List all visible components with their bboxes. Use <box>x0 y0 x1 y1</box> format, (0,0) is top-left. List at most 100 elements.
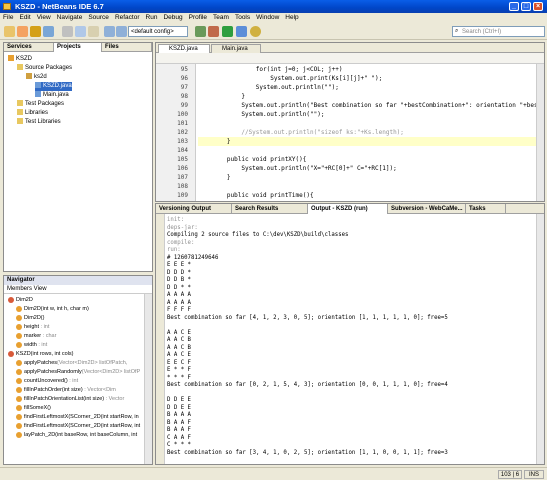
main-toolbar: <default config> Search (Ctrl+I) ⌕ <box>0 23 547 40</box>
close-button[interactable]: × <box>533 2 543 11</box>
folder-icon <box>17 100 23 107</box>
code-line[interactable]: System.out.println(""); <box>198 83 339 92</box>
redo-icon[interactable] <box>116 26 127 37</box>
tab-services[interactable]: Services <box>4 43 54 52</box>
code-line[interactable]: System.out.print(Ks[i][j]+" "); <box>198 74 382 83</box>
editor-scrollbar[interactable] <box>536 64 544 201</box>
navigator-item[interactable]: applyPatches(Vector<Dim2D> listOfPatch, <box>16 359 127 368</box>
line-number: 95 <box>180 66 188 73</box>
config-select[interactable]: <default config> <box>128 26 188 37</box>
navigator-item[interactable]: Dim2D <box>8 296 33 305</box>
navigator-item-name: findFirstLeftmostX(SCorner_2D(int startR… <box>24 423 141 429</box>
copy-icon[interactable] <box>75 26 86 37</box>
tree-item[interactable]: Test Libraries <box>17 118 61 127</box>
navigator-item-name: fillInPatchOrder(int size) <box>24 387 83 393</box>
tree-item[interactable]: ks2d <box>26 73 47 82</box>
code-line[interactable]: public void printXY(){ <box>198 155 306 164</box>
projects-panel: Services Projects Files KSZD Source Packa… <box>3 42 153 272</box>
code-line[interactable]: } <box>198 173 231 182</box>
menu-file[interactable]: File <box>0 13 16 23</box>
code-line[interactable]: } <box>198 137 536 146</box>
tree-item[interactable]: Libraries <box>17 109 48 118</box>
minimize-button[interactable]: _ <box>509 2 519 11</box>
navigator-item[interactable]: fillSomeX() <box>16 404 51 413</box>
output-line: C * * * <box>167 442 191 448</box>
tab-output-run[interactable]: Output - KSZD (run) <box>308 204 388 214</box>
code-line[interactable]: System.out.println("Best combination so … <box>198 101 541 110</box>
tab-kszd-java[interactable]: KSZD.java <box>158 44 210 53</box>
code-line[interactable]: System.out.println(""); <box>198 110 324 119</box>
tab-projects[interactable]: Projects <box>54 43 102 52</box>
code-line[interactable]: } <box>198 92 245 101</box>
menu-profile[interactable]: Profile <box>186 13 210 23</box>
tab-files[interactable]: Files <box>102 43 152 52</box>
code-line[interactable]: for(int j=0; j<COL; j++) <box>198 65 343 74</box>
code-line[interactable]: public void printTime(){ <box>198 191 314 200</box>
navigator-item-name: applyPatches <box>24 360 58 366</box>
navigator-item[interactable]: height : int <box>16 323 49 332</box>
tab-search-results[interactable]: Search Results <box>232 204 308 214</box>
navigator-item[interactable]: applyPatchesRandomly(Vector<Dim2D> listO… <box>16 368 140 377</box>
run-icon[interactable] <box>222 26 233 37</box>
menu-navigate[interactable]: Navigate <box>54 13 86 23</box>
tab-subversion[interactable]: Subversion - WebCaMe... <box>388 204 466 214</box>
maximize-button[interactable]: □ <box>521 2 531 11</box>
tree-item-label: Main.java <box>43 92 69 98</box>
tab-main-java[interactable]: Main.java <box>211 44 261 53</box>
save-all-icon[interactable] <box>43 26 54 37</box>
member-icon <box>16 395 22 402</box>
clean-build-icon[interactable] <box>208 26 219 37</box>
package-icon <box>26 73 32 80</box>
output-line: init: <box>167 217 185 223</box>
tab-versioning-output[interactable]: Versioning Output <box>156 204 232 214</box>
navigator-item[interactable]: Dim2D(int w, int h, char m) <box>16 305 89 314</box>
output-scrollbar[interactable] <box>536 214 544 464</box>
navigator-scrollbar[interactable] <box>144 294 152 464</box>
tree-item[interactable]: Source Packages <box>17 64 72 73</box>
menu-tools[interactable]: Tools <box>232 13 253 23</box>
navigator-item[interactable]: findFirstLeftmostX(SCorner_2D(int startR… <box>16 413 139 422</box>
menu-edit[interactable]: Edit <box>16 13 33 23</box>
menu-window[interactable]: Window <box>253 13 282 23</box>
navigator-item[interactable]: findFirstLeftmostX(SCorner_2D(int startR… <box>16 422 140 431</box>
menu-view[interactable]: View <box>34 13 54 23</box>
navigator-item[interactable]: KSZD(int rows, int cols) <box>8 350 73 359</box>
search-input[interactable]: Search (Ctrl+I) <box>452 26 545 37</box>
navigator-item[interactable]: fillInPatchOrder(int size) : Vector<Dim <box>16 386 116 395</box>
tab-tasks[interactable]: Tasks <box>466 204 506 214</box>
navigator-item[interactable]: width : int <box>16 341 47 350</box>
menu-refactor[interactable]: Refactor <box>112 13 143 23</box>
line-number: 106 <box>177 165 188 172</box>
menu-run[interactable]: Run <box>143 13 161 23</box>
navigator-item[interactable]: Dim2D() <box>16 314 44 323</box>
navigator-item-name: KSZD(int rows, int cols) <box>16 351 74 357</box>
code-line[interactable]: //System.out.println("sizeof ks:"+Ks.len… <box>198 128 404 137</box>
tree-item-label: Test Packages <box>25 101 65 107</box>
cut-icon[interactable] <box>62 26 73 37</box>
output-line: D D E E <box>167 404 191 411</box>
menu-help[interactable]: Help <box>282 13 301 23</box>
line-number: 99 <box>180 102 188 109</box>
debug-icon[interactable] <box>236 26 247 37</box>
code-line[interactable]: System.out.println("X="+RC[0]+" C="+RC[1… <box>198 164 396 173</box>
build-icon[interactable] <box>195 26 206 37</box>
undo-icon[interactable] <box>104 26 115 37</box>
tree-item[interactable]: KSZD <box>8 55 32 64</box>
tree-item[interactable]: KSZD.java <box>35 82 72 91</box>
tree-item[interactable]: Main.java <box>35 91 69 100</box>
paste-icon[interactable] <box>88 26 99 37</box>
navigator-view-select[interactable]: Members View <box>4 285 152 294</box>
output-line: * * * F <box>167 374 191 381</box>
navigator-item[interactable]: layPatch_2D(int baseRow, int baseColumn,… <box>16 431 137 440</box>
navigator-item[interactable]: marker : char <box>16 332 56 341</box>
navigator-item[interactable]: countUncovered() : int <box>16 377 78 386</box>
menu-source[interactable]: Source <box>85 13 112 23</box>
new-project-icon[interactable] <box>17 26 28 37</box>
navigator-item[interactable]: fillInPatchOrientationList(int size) : V… <box>16 395 124 404</box>
profile-icon[interactable] <box>250 26 261 37</box>
open-project-icon[interactable] <box>30 26 41 37</box>
new-file-icon[interactable] <box>4 26 15 37</box>
tree-item[interactable]: Test Packages <box>17 100 64 109</box>
menu-team[interactable]: Team <box>210 13 232 23</box>
menu-debug[interactable]: Debug <box>160 13 185 23</box>
